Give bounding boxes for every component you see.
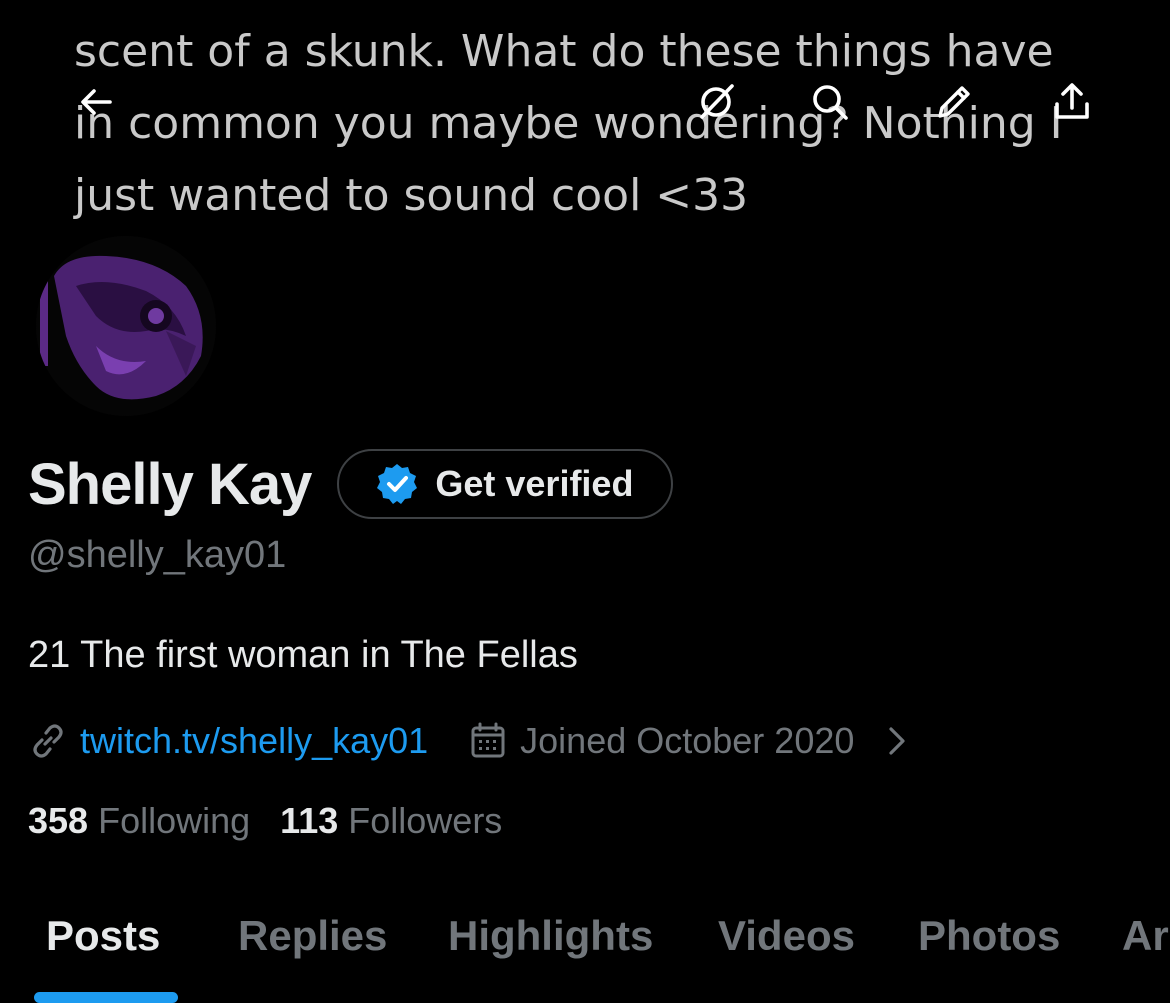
tab-articles[interactable]: Ar bbox=[1122, 912, 1169, 960]
profile-link[interactable]: twitch.tv/shelly_kay01 bbox=[28, 720, 428, 762]
verified-badge-icon bbox=[377, 464, 418, 504]
tab-videos[interactable]: Videos bbox=[718, 912, 855, 960]
tab-highlights[interactable]: Highlights bbox=[448, 912, 653, 960]
share-icon bbox=[1055, 83, 1089, 119]
join-date-text: Joined October 2020 bbox=[520, 720, 855, 761]
back-button[interactable] bbox=[66, 72, 126, 132]
profile-tabs: Posts Replies Highlights Videos Photos A… bbox=[0, 904, 1170, 1003]
calendar-icon bbox=[471, 722, 505, 758]
avatar-image bbox=[36, 236, 216, 416]
join-date[interactable]: Joined October 2020 bbox=[468, 720, 916, 762]
following-stat[interactable]: 358 Following bbox=[28, 800, 250, 842]
grok-button[interactable] bbox=[686, 72, 746, 132]
following-count: 358 bbox=[28, 800, 89, 841]
grok-icon bbox=[700, 84, 734, 119]
edit-profile-button[interactable] bbox=[924, 72, 984, 132]
profile-bio: 21 The first woman in The Fellas bbox=[28, 634, 578, 676]
name-row: Shelly Kay Get verified bbox=[28, 446, 674, 522]
followers-label: Followers bbox=[348, 800, 503, 841]
share-button[interactable] bbox=[1042, 72, 1102, 132]
followers-stat[interactable]: 113 Followers bbox=[280, 800, 502, 842]
profile-link-text[interactable]: twitch.tv/shelly_kay01 bbox=[80, 720, 428, 762]
tab-replies[interactable]: Replies bbox=[238, 912, 387, 960]
get-verified-button[interactable]: Get verified bbox=[337, 449, 674, 519]
get-verified-label: Get verified bbox=[435, 463, 634, 504]
user-handle: @shelly_kay01 bbox=[28, 534, 287, 576]
followers-count: 113 bbox=[280, 800, 339, 841]
tab-posts[interactable]: Posts bbox=[46, 912, 160, 960]
chevron-right-icon bbox=[889, 727, 905, 755]
back-arrow-icon bbox=[81, 89, 112, 115]
search-button[interactable] bbox=[800, 72, 860, 132]
edit-icon bbox=[938, 86, 970, 118]
tab-photos[interactable]: Photos bbox=[918, 912, 1060, 960]
profile-meta-row: twitch.tv/shelly_kay01 Joined October 20… bbox=[28, 716, 916, 766]
follow-stats: 358 Following 113 Followers bbox=[28, 800, 502, 842]
search-icon bbox=[813, 85, 848, 120]
top-nav-bar bbox=[0, 70, 1170, 134]
avatar[interactable] bbox=[36, 236, 216, 416]
display-name: Shelly Kay bbox=[28, 451, 312, 517]
link-icon bbox=[33, 724, 63, 758]
banner-line-3: just wanted to sound cool <33 bbox=[74, 170, 749, 221]
active-tab-indicator bbox=[34, 992, 178, 1003]
following-label: Following bbox=[98, 800, 251, 841]
